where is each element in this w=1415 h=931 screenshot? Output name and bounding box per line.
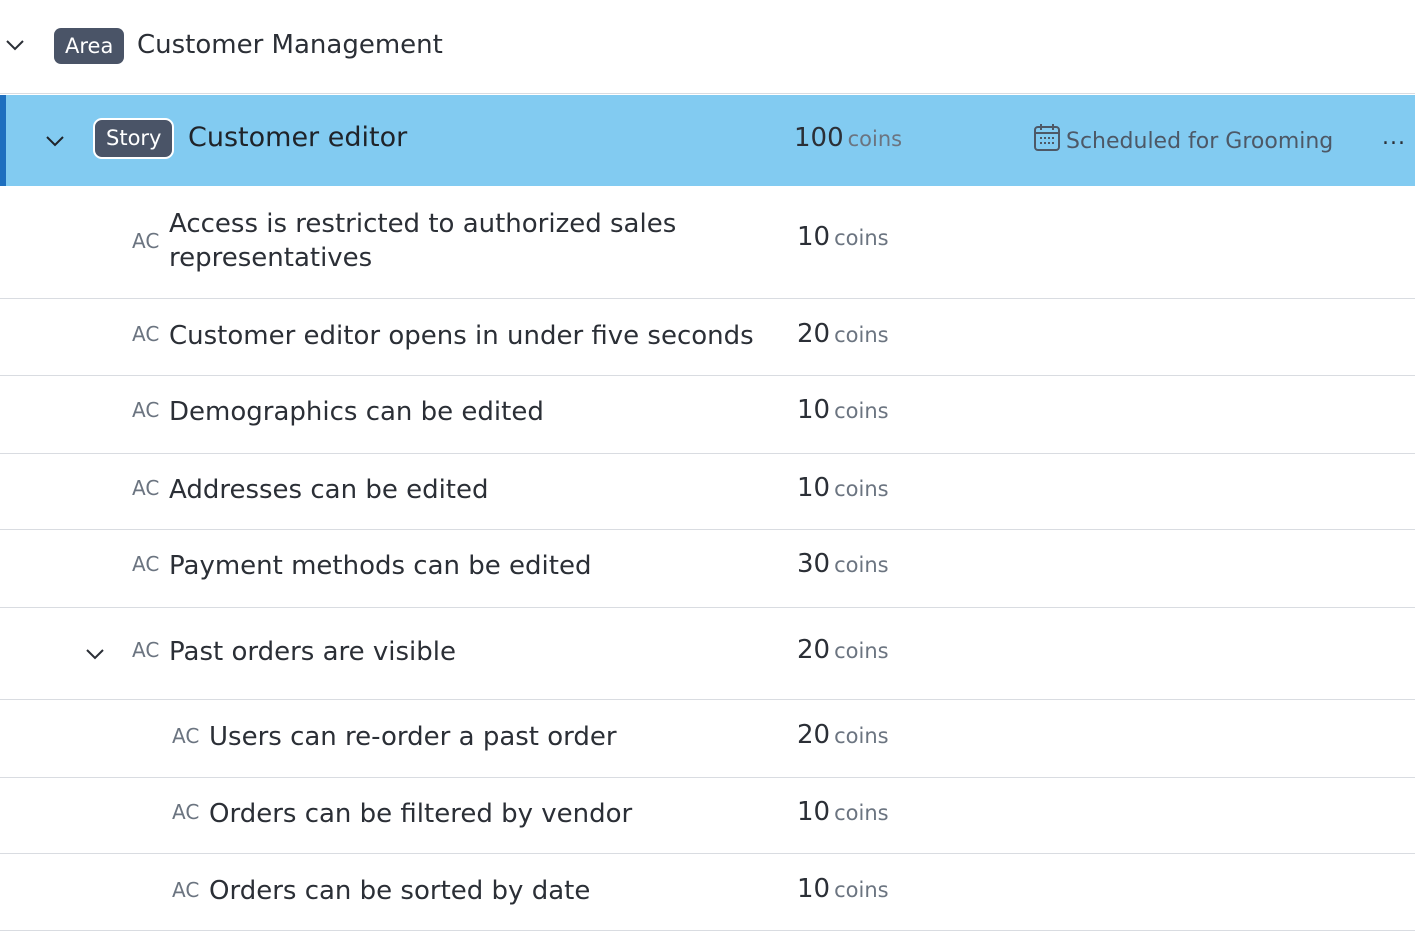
- coins-value: 20: [797, 635, 831, 665]
- ac-tag: AC: [132, 476, 160, 500]
- coins-value: 10: [797, 874, 831, 904]
- ac-text[interactable]: Access is restricted to authorized sales…: [169, 207, 729, 275]
- ac-tag: AC: [172, 878, 200, 902]
- chevron-down-icon[interactable]: [44, 130, 66, 152]
- coins-value: 20: [797, 720, 831, 750]
- ac-text[interactable]: Demographics can be edited: [169, 395, 544, 429]
- calendar-icon: [1033, 122, 1061, 162]
- coins-unit: coins: [834, 226, 889, 250]
- ac-coins: 30 coins: [797, 549, 889, 579]
- ac-tag: AC: [132, 552, 160, 576]
- coins-unit: coins: [834, 878, 889, 902]
- chevron-down-icon[interactable]: [84, 643, 106, 665]
- ac-coins: 20 coins: [797, 635, 889, 665]
- backlog-tree: Area Customer Management Story Customer …: [0, 0, 1415, 931]
- ac-tag: AC: [132, 638, 160, 662]
- coins-unit: coins: [834, 323, 889, 347]
- story-coins: 100 coins: [794, 123, 902, 153]
- story-title[interactable]: Customer editor: [188, 121, 407, 155]
- list-item[interactable]: AC Past orders are visible 20 coins: [0, 609, 1415, 700]
- ac-coins: 20 coins: [797, 720, 889, 750]
- ac-coins: 10 coins: [797, 222, 889, 252]
- ac-coins: 10 coins: [797, 874, 889, 904]
- area-row-customer-management[interactable]: Area Customer Management: [0, 0, 1415, 94]
- story-badge: Story: [93, 118, 175, 159]
- ac-coins: 10 coins: [797, 395, 889, 425]
- coins-value: 20: [797, 319, 831, 349]
- coins-unit: coins: [834, 399, 889, 423]
- ac-tag: AC: [172, 800, 200, 824]
- area-title[interactable]: Customer Management: [137, 28, 443, 62]
- coins-unit: coins: [834, 724, 889, 748]
- ac-text[interactable]: Payment methods can be edited: [169, 549, 591, 583]
- ac-text[interactable]: Orders can be filtered by vendor: [209, 797, 632, 831]
- coins-unit: coins: [834, 801, 889, 825]
- coins-unit: coins: [834, 639, 889, 663]
- list-item[interactable]: AC Addresses can be edited 10 coins: [0, 455, 1415, 530]
- ac-text[interactable]: Addresses can be edited: [169, 473, 489, 507]
- ac-tag: AC: [172, 724, 200, 748]
- coins-unit: coins: [847, 127, 903, 151]
- list-item[interactable]: AC Orders can be filtered by vendor 10 co…: [0, 779, 1415, 854]
- coins-value: 100: [794, 123, 844, 153]
- coins-value: 30: [797, 549, 831, 579]
- coins-unit: coins: [834, 553, 889, 577]
- list-item[interactable]: AC Payment methods can be edited 30 coins: [0, 531, 1415, 608]
- coins-value: 10: [797, 473, 831, 503]
- chevron-down-icon[interactable]: [4, 34, 26, 56]
- ac-text[interactable]: Customer editor opens in under five seco…: [169, 319, 754, 353]
- list-item[interactable]: AC Users can re-order a past order 20 coi…: [0, 701, 1415, 778]
- coins-value: 10: [797, 395, 831, 425]
- status-badge[interactable]: Scheduled for Grooming: [1033, 122, 1333, 162]
- ac-coins: 10 coins: [797, 797, 889, 827]
- list-item[interactable]: AC Orders can be sorted by date 10 coins: [0, 855, 1415, 931]
- coins-unit: coins: [834, 477, 889, 501]
- ac-tag: AC: [132, 398, 160, 422]
- ac-text[interactable]: Orders can be sorted by date: [209, 874, 590, 908]
- ac-tag: AC: [132, 229, 160, 253]
- list-item[interactable]: AC Demographics can be edited 10 coins: [0, 377, 1415, 454]
- ac-coins: 20 coins: [797, 319, 889, 349]
- list-item[interactable]: AC Customer editor opens in under five s…: [0, 300, 1415, 376]
- coins-value: 10: [797, 222, 831, 252]
- story-row-customer-editor[interactable]: Story Customer editor 100 coins Scheduled…: [0, 95, 1415, 186]
- ac-tag: AC: [132, 322, 160, 346]
- more-options-button[interactable]: ...: [1382, 125, 1406, 150]
- status-label: Scheduled for Grooming: [1066, 129, 1334, 154]
- area-badge: Area: [54, 28, 125, 64]
- ac-text[interactable]: Users can re-order a past order: [209, 720, 617, 754]
- list-item[interactable]: AC Access is restricted to authorized sa…: [0, 187, 1415, 299]
- ac-text[interactable]: Past orders are visible: [169, 635, 456, 669]
- coins-value: 10: [797, 797, 831, 827]
- ac-coins: 10 coins: [797, 473, 889, 503]
